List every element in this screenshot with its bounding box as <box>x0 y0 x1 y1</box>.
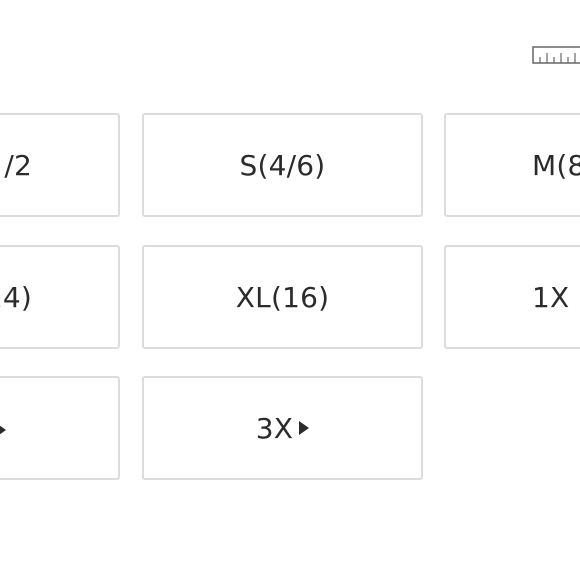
size-option-3x[interactable]: 3X <box>142 376 423 480</box>
size-label: S(4/6) <box>239 148 326 182</box>
size-label: 3X <box>255 411 294 445</box>
size-label: /2 <box>4 148 32 182</box>
size-label: 1X <box>532 280 570 314</box>
size-option-xl[interactable]: XL(16) <box>142 245 423 349</box>
ruler-icon[interactable] <box>532 46 580 64</box>
size-option-m[interactable]: M(8 <box>444 113 580 217</box>
size-label: 14) <box>0 280 32 314</box>
size-label: M(8 <box>532 148 580 182</box>
size-option-s[interactable]: S(4/6) <box>142 113 423 217</box>
size-option-1x[interactable]: 1X <box>444 245 580 349</box>
size-option-l[interactable]: 14) <box>0 245 120 349</box>
size-selector: /2 S(4/6) M(8 14) XL(16) 1X 3X <box>0 0 580 580</box>
size-label: XL(16) <box>235 280 330 314</box>
size-option-2x[interactable] <box>0 376 120 480</box>
size-option-xs[interactable]: /2 <box>0 113 120 217</box>
play-arrow-icon <box>0 422 6 437</box>
play-arrow-icon <box>299 421 310 435</box>
